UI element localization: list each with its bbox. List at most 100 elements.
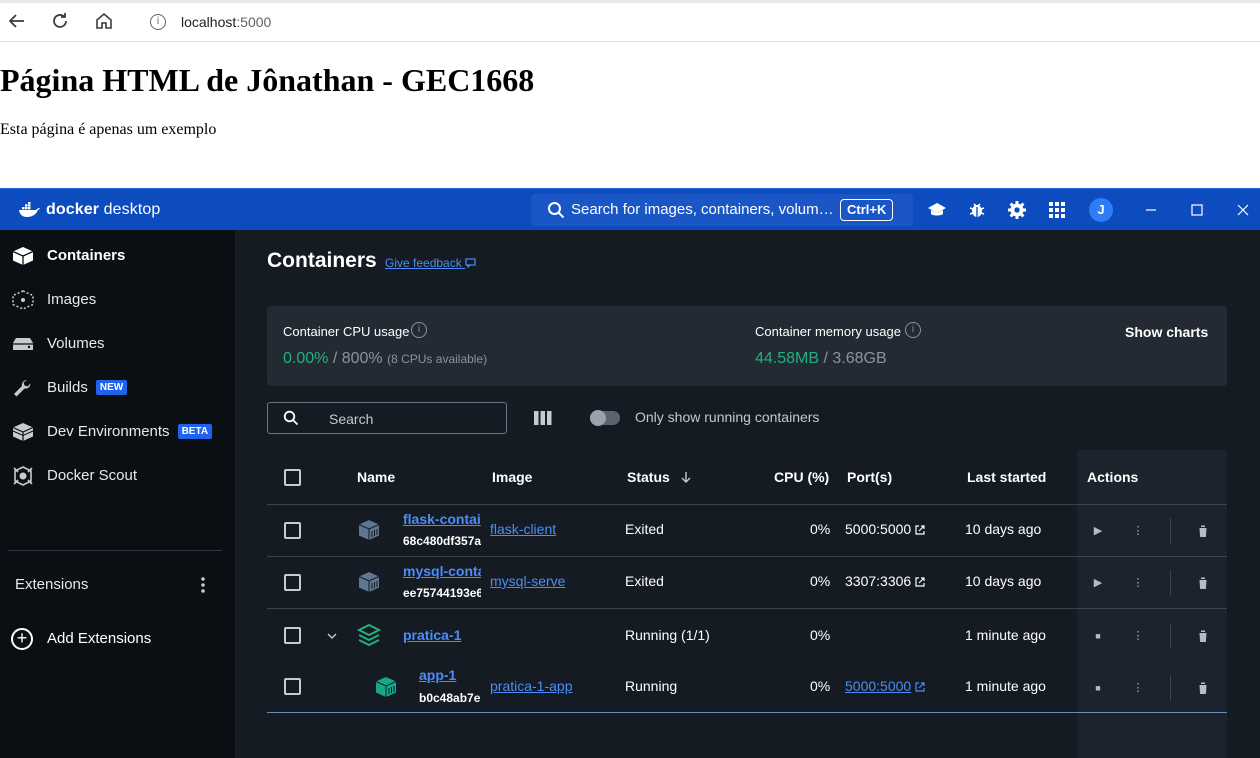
cpu-value: 0% — [810, 678, 831, 694]
sidebar-item-volumes[interactable]: Volumes — [0, 322, 235, 366]
add-extensions-label: Add Extensions — [47, 630, 152, 647]
actions-separator — [1170, 675, 1171, 701]
running-only-toggle[interactable] — [590, 410, 620, 426]
plus-circle-icon: + — [11, 628, 33, 650]
maximize-button[interactable] — [1185, 198, 1209, 222]
column-actions: Actions — [1087, 469, 1139, 485]
search-icon — [283, 410, 299, 426]
stop-square-icon[interactable]: ■ — [1091, 629, 1105, 643]
maximize-icon — [1191, 204, 1203, 216]
sidebar-item-dev-environments[interactable]: Dev Environments BETA — [0, 410, 235, 454]
column-ports[interactable]: Port(s) — [847, 469, 892, 485]
port-link[interactable]: 5000:5000 — [845, 678, 925, 694]
site-info-icon[interactable]: i — [150, 14, 166, 30]
container-name-link[interactable]: app-1 — [419, 667, 456, 683]
chevron-down-icon[interactable] — [326, 630, 338, 642]
container-name-link[interactable]: flask-contai — [403, 511, 481, 527]
memory-info-icon[interactable]: i — [905, 322, 921, 338]
column-cpu[interactable]: CPU (%) — [774, 469, 829, 485]
app-name-bold: docker — [46, 201, 100, 218]
more-actions-icon[interactable]: ⋮ — [1131, 576, 1145, 590]
cpu-usage-value: 0.00% / 800% (8 CPUs available) — [283, 350, 487, 368]
external-link-icon — [915, 682, 925, 692]
learning-center-icon[interactable] — [927, 200, 947, 220]
sidebar-item-label: Dev Environments BETA — [47, 423, 213, 440]
address-bar[interactable]: i localhost:5000 — [132, 6, 1260, 38]
memory-total: / 3.68GB — [819, 350, 887, 367]
column-status[interactable]: Status — [627, 469, 692, 485]
start-play-icon[interactable]: ▶ — [1091, 576, 1105, 590]
home-button[interactable] — [93, 10, 115, 32]
browser-toolbar: i localhost:5000 — [0, 0, 1260, 42]
cpu-value: 0% — [810, 521, 831, 537]
select-all-checkbox[interactable] — [284, 469, 301, 486]
docker-logo: docker desktop — [18, 198, 160, 222]
delete-trash-icon[interactable] — [1196, 629, 1210, 643]
more-actions-icon[interactable]: ⋮ — [1131, 524, 1145, 538]
user-avatar[interactable]: J — [1089, 198, 1113, 222]
close-button[interactable] — [1231, 198, 1255, 222]
delete-trash-icon[interactable] — [1196, 681, 1210, 695]
page-title: Containers — [267, 249, 377, 272]
cpu-note: (8 CPUs available) — [387, 352, 488, 366]
minimize-icon — [1146, 209, 1156, 211]
row-checkbox[interactable] — [284, 574, 301, 591]
sidebar-item-docker-scout[interactable]: Docker Scout — [0, 454, 235, 498]
container-search-input[interactable] — [329, 409, 499, 429]
sidebar-item-images[interactable]: Images — [0, 278, 235, 322]
table-row[interactable]: app-1 b0c48ab7e pratica-1-app Running 0%… — [267, 661, 1227, 713]
add-extensions-button[interactable]: + Add Extensions — [0, 620, 235, 660]
start-play-icon[interactable]: ▶ — [1091, 524, 1105, 538]
status-text: Running — [625, 678, 678, 694]
status-text: Running (1/1) — [625, 627, 710, 643]
toggle-knob — [590, 410, 606, 426]
minimize-button[interactable] — [1139, 198, 1163, 222]
extensions-menu-button[interactable] — [195, 574, 211, 596]
sidebar-item-containers[interactable]: Containers — [0, 234, 235, 278]
reload-icon — [53, 13, 67, 28]
reload-button[interactable] — [49, 10, 71, 32]
row-checkbox[interactable] — [284, 678, 301, 695]
image-link[interactable]: flask-client — [490, 521, 600, 537]
global-search[interactable]: Search for images, containers, volumes..… — [531, 194, 913, 226]
sidebar-item-builds[interactable]: Builds NEW — [0, 366, 235, 410]
give-feedback-link[interactable]: Give feedback — [385, 256, 476, 270]
compose-project-link[interactable]: pratica-1 — [403, 627, 461, 643]
sidebar-item-label: Images — [47, 291, 97, 308]
column-name[interactable]: Name — [357, 469, 395, 485]
column-last-started[interactable]: Last started — [967, 469, 1046, 485]
back-button[interactable] — [6, 10, 28, 32]
external-link-icon — [915, 577, 925, 587]
give-feedback-label: Give feedback — [385, 256, 462, 270]
actions-separator — [1170, 570, 1171, 596]
port-text[interactable]: 3307:3306 — [845, 573, 925, 589]
table-row[interactable]: flask-contai 68c480df357a flask-client E… — [267, 505, 1227, 557]
external-link-icon — [915, 525, 925, 535]
more-actions-icon[interactable]: ⋮ — [1131, 629, 1145, 643]
url-host: localhost — [181, 14, 237, 30]
port-text[interactable]: 5000:5000 — [845, 521, 925, 537]
show-charts-button[interactable]: Show charts — [1125, 324, 1208, 340]
image-link[interactable]: mysql-serve — [490, 573, 600, 589]
cpu-value: 0% — [810, 627, 831, 643]
more-actions-icon[interactable]: ⋮ — [1131, 681, 1145, 695]
settings-gear-icon[interactable] — [1007, 200, 1027, 220]
column-image[interactable]: Image — [492, 469, 532, 485]
column-selector-icon[interactable] — [533, 410, 553, 426]
delete-trash-icon[interactable] — [1196, 576, 1210, 590]
actions-separator — [1170, 518, 1171, 544]
docker-whale-icon — [19, 202, 40, 217]
table-row[interactable]: mysql-conta ee75744193e6 mysql-serve Exi… — [267, 557, 1227, 609]
extensions-grid-icon[interactable] — [1047, 200, 1067, 220]
row-checkbox[interactable] — [284, 522, 301, 539]
row-checkbox[interactable] — [284, 627, 301, 644]
container-name-link[interactable]: mysql-conta — [403, 563, 481, 579]
image-link[interactable]: pratica-1-app — [490, 678, 600, 694]
memory-usage-label: Container memory usage — [755, 324, 901, 339]
cpu-info-icon[interactable]: i — [411, 322, 427, 338]
compose-group-row[interactable]: pratica-1 Running (1/1) 0% 1 minute ago … — [267, 609, 1227, 661]
stop-square-icon[interactable]: ■ — [1091, 681, 1105, 695]
delete-trash-icon[interactable] — [1196, 524, 1210, 538]
troubleshoot-bug-icon[interactable] — [967, 200, 987, 220]
container-search[interactable] — [267, 402, 507, 434]
